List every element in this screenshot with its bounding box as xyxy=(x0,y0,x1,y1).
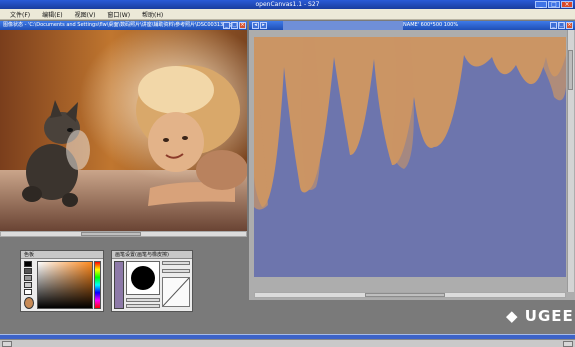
canvas-window-buttons: _ □ × xyxy=(550,22,573,29)
saturation-value-picker[interactable] xyxy=(37,261,93,309)
app-titlebar: openCanvas1.1 - S27 _ □ × xyxy=(0,0,575,9)
color-panel: 色板 xyxy=(20,250,104,312)
canvas-left-buttons: ◂ ▸ xyxy=(252,22,267,29)
canvas-close-button[interactable]: × xyxy=(566,22,573,29)
brush-size-slider[interactable] xyxy=(162,261,190,265)
canvas-hscroll-thumb[interactable] xyxy=(365,293,445,297)
pressure-curve-graph[interactable] xyxy=(162,277,190,307)
maximize-button[interactable]: □ xyxy=(548,1,560,8)
minimize-button[interactable]: _ xyxy=(535,1,547,8)
canvas-horizontal-scrollbar[interactable] xyxy=(254,292,566,298)
canvas-minimize-button[interactable]: _ xyxy=(550,22,557,29)
photo-window-titlebar[interactable]: 图像状态 - 'C:\Documents and Settings\flw\桌面… xyxy=(0,21,247,30)
canvas-vscroll-thumb[interactable] xyxy=(568,50,573,90)
menu-view[interactable]: 视图(V) xyxy=(69,10,102,19)
brush-panel-title[interactable]: 画笔设置(画笔与橡皮擦) xyxy=(112,251,192,259)
swatch-black[interactable] xyxy=(24,261,32,267)
menu-help[interactable]: 帮助(H) xyxy=(136,10,169,19)
canvas-scroll-left-button[interactable]: ◂ xyxy=(252,22,259,29)
brush-preview xyxy=(126,261,160,295)
canvas-scroll-right-button[interactable]: ▸ xyxy=(260,22,267,29)
current-color-indicator[interactable] xyxy=(24,297,34,309)
swatch-white[interactable] xyxy=(24,289,32,295)
menu-edit[interactable]: 编辑(E) xyxy=(36,10,68,19)
status-bar xyxy=(0,339,575,347)
photo-close-button[interactable]: × xyxy=(239,22,246,29)
status-right-button[interactable] xyxy=(563,341,573,347)
photo-window-title: 图像状态 - 'C:\Documents and Settings\flw\桌面… xyxy=(3,22,233,28)
photo-scroll-thumb[interactable] xyxy=(81,232,141,236)
brush-tip-circle xyxy=(131,266,155,290)
swatch-dark-gray[interactable] xyxy=(24,268,32,274)
swatch-light-gray[interactable] xyxy=(24,282,32,288)
photo-maximize-button[interactable]: □ xyxy=(231,22,238,29)
menu-bar: 文件(F) 编辑(E) 视图(V) 窗口(W) 帮助(H) xyxy=(0,9,575,20)
canvas-title-strip xyxy=(283,21,403,30)
color-panel-title[interactable]: 色板 xyxy=(21,251,103,259)
brush-panel: 画笔设置(画笔与橡皮擦) xyxy=(111,250,193,312)
brush-opacity-slider[interactable] xyxy=(162,269,190,273)
canvas-vertical-scrollbar[interactable] xyxy=(567,30,574,292)
photo-minimize-button[interactable]: _ xyxy=(223,22,230,29)
canvas-maximize-button[interactable]: □ xyxy=(558,22,565,29)
reference-photo xyxy=(0,30,247,231)
swatch-gray[interactable] xyxy=(24,275,32,281)
menu-file[interactable]: 文件(F) xyxy=(4,10,36,19)
brush-blend-slider[interactable] xyxy=(126,304,160,308)
drawing-canvas[interactable] xyxy=(254,37,566,277)
app-title: openCanvas1.1 - S27 xyxy=(255,1,320,8)
photo-horizontal-scrollbar[interactable] xyxy=(0,231,247,237)
brush-tool-strip[interactable] xyxy=(114,261,124,309)
brush-density-slider[interactable] xyxy=(126,298,160,302)
ugee-logo: ◆ UGEE xyxy=(506,307,574,325)
close-button[interactable]: × xyxy=(561,1,573,8)
status-left-button[interactable] xyxy=(2,341,12,347)
hue-slider[interactable] xyxy=(94,261,101,309)
menu-window[interactable]: 窗口(W) xyxy=(101,10,136,19)
